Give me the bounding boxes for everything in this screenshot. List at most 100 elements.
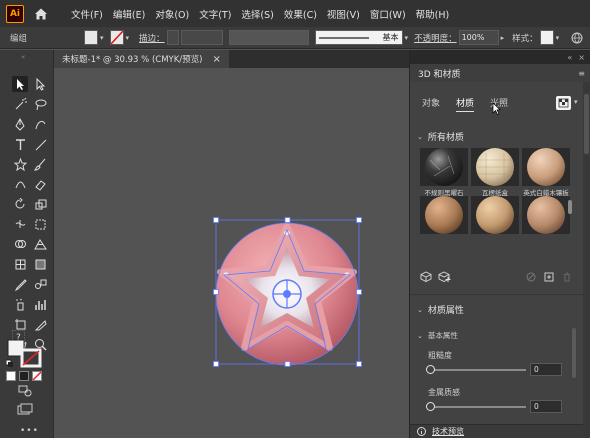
menu-bar: Ai 文件(F) 编辑(E) 对象(O) 文字(T) 选择(S) 效果(C) 视图(V) 窗口… [0, 0, 590, 27]
menu-item[interactable]: 对象(O) [155, 7, 189, 21]
artwork[interactable] [54, 68, 409, 438]
menu-item[interactable]: 帮助(H) [416, 7, 450, 21]
fill-swatch[interactable] [84, 30, 98, 45]
mesh-tool-icon[interactable] [12, 256, 28, 272]
more-tools-icon[interactable]: ••• [20, 426, 39, 436]
panel-scrollbar[interactable] [583, 82, 590, 438]
brush-dropdown-icon[interactable]: ▾ [405, 34, 409, 42]
opacity-input[interactable]: 100% [458, 30, 499, 45]
slice-tool-icon[interactable] [32, 316, 48, 332]
curvature-tool-icon[interactable] [32, 116, 48, 132]
rotate-tool-icon[interactable] [12, 196, 28, 212]
stroke-weight-input[interactable] [180, 30, 223, 45]
new-material-icon[interactable] [544, 272, 554, 282]
symbol-sprayer-tool-icon[interactable] [12, 296, 28, 312]
opacity-dropdown-icon[interactable]: ▸ [501, 34, 505, 42]
line-segment-tool-icon[interactable] [32, 136, 48, 152]
variable-width-profile[interactable] [228, 30, 309, 45]
material-obsidian [425, 148, 463, 186]
brush-style-label: 基本 [382, 33, 399, 42]
render-dropdown-icon[interactable]: ▾ [574, 98, 578, 106]
type-tool-icon[interactable] [12, 136, 28, 152]
column-graph-tool-icon[interactable] [32, 296, 48, 312]
collapse-icon[interactable]: « [21, 53, 25, 61]
properties-scroll-thumb[interactable] [572, 328, 576, 378]
metallic-input[interactable]: 0 [530, 400, 562, 413]
unlink-icon [526, 272, 536, 282]
brush-definition-field[interactable]: 基本 [314, 30, 403, 45]
free-transform-tool-icon[interactable] [32, 216, 48, 232]
scale-tool-icon[interactable] [32, 196, 48, 212]
direct-selection-tool-icon[interactable] [32, 76, 48, 92]
material-properties-section-header[interactable]: ⌄ 材质属性 [417, 303, 464, 317]
menu-item[interactable]: 选择(S) [241, 7, 273, 21]
paintbrush-tool-icon[interactable] [32, 156, 48, 172]
eraser-tool-icon[interactable] [32, 176, 48, 192]
menu-item[interactable]: 文件(F) [71, 7, 103, 21]
metallic-slider-track[interactable] [430, 406, 526, 408]
home-icon[interactable] [33, 6, 49, 22]
material-properties-label: 材质属性 [427, 306, 464, 316]
metallic-label: 金属质感 [428, 388, 460, 397]
menu-item[interactable]: 编辑(E) [113, 7, 145, 21]
lasso-tool-icon[interactable] [32, 96, 48, 112]
stroke-weight-stepper[interactable] [166, 30, 179, 45]
material-label: 瓦楞纸盒 [482, 189, 508, 197]
material-wood-1 [425, 196, 463, 234]
width-tool-icon[interactable] [12, 216, 28, 232]
gradient-mode-icon[interactable] [19, 371, 29, 381]
shaper-tool-icon[interactable] [12, 176, 28, 192]
basic-properties-header[interactable]: ⌄ 基本属性 [417, 330, 458, 341]
panel-header: 3D 和材质 ≡ [410, 64, 590, 82]
eyedropper-tool-icon[interactable] [12, 276, 28, 292]
opacity-label[interactable]: 不透明度： [414, 32, 457, 44]
stroke-dropdown-icon[interactable]: ▾ [126, 34, 130, 42]
perspective-grid-tool-icon[interactable] [32, 236, 48, 252]
graphic-style-swatch[interactable] [539, 30, 554, 45]
blend-tool-icon[interactable] [32, 276, 48, 292]
all-materials-section-header[interactable]: ⌄ 所有材质 [417, 130, 464, 144]
magic-wand-tool-icon[interactable] [12, 96, 28, 112]
materials-scroll-thumb[interactable] [568, 200, 572, 214]
roughness-slider-track[interactable] [430, 369, 526, 371]
metallic-slider-handle[interactable] [426, 402, 435, 411]
close-tab-icon[interactable]: × [212, 54, 220, 65]
fill-stroke-widget[interactable] [5, 338, 42, 368]
material-label: 英式白蜡木镶板 [523, 189, 569, 197]
document-tab-title: 未标题-1* @ 30.93 % (CMYK/预览) [62, 55, 203, 65]
tab-object[interactable]: 对象 [422, 96, 440, 112]
star-tool-icon[interactable] [12, 156, 28, 172]
menu-item[interactable]: 效果(C) [284, 7, 317, 21]
fill-dropdown-icon[interactable]: ▾ [100, 34, 104, 42]
shape-builder-tool-icon[interactable] [12, 236, 28, 252]
color-mode-buttons[interactable] [6, 371, 48, 381]
render-button[interactable] [556, 96, 571, 110]
panel-menu-icon[interactable]: ≡ [578, 69, 585, 78]
document-tab[interactable]: 未标题-1* @ 30.93 % (CMYK/预览) × [54, 50, 229, 68]
gradient-tool-icon[interactable] [32, 256, 48, 272]
menu-item[interactable]: 视图(V) [327, 7, 360, 21]
stroke-label[interactable]: 描边： [139, 32, 165, 44]
tech-preview-link[interactable]: 技术预览 [432, 426, 464, 437]
menu-item[interactable]: 文字(T) [199, 7, 231, 21]
style-dropdown-icon[interactable]: ▾ [556, 34, 560, 42]
close-panel-icon[interactable]: × [578, 53, 585, 62]
material-ash-panel [527, 148, 565, 186]
add-material-icon[interactable] [438, 271, 452, 282]
roughness-slider-handle[interactable] [426, 365, 435, 374]
menu-item[interactable]: 窗口(W) [370, 7, 406, 21]
globe-icon[interactable] [571, 32, 583, 44]
roughness-input[interactable]: 0 [530, 363, 562, 376]
panel-scroll-thumb[interactable] [584, 94, 589, 154]
draw-mode-icon[interactable] [18, 385, 32, 397]
pen-tool-icon[interactable] [12, 116, 28, 132]
stroke-swatch[interactable] [109, 30, 124, 45]
collapse-panels-icon[interactable]: « [567, 53, 572, 62]
none-mode-icon[interactable] [32, 371, 42, 381]
color-mode-icon[interactable] [6, 371, 16, 381]
selection-tool-icon[interactable] [12, 76, 28, 92]
artboard-canvas[interactable] [54, 68, 409, 438]
screen-mode-icon[interactable] [17, 403, 33, 415]
place-material-icon[interactable] [420, 271, 432, 282]
tab-materials[interactable]: 材质 [456, 96, 475, 112]
